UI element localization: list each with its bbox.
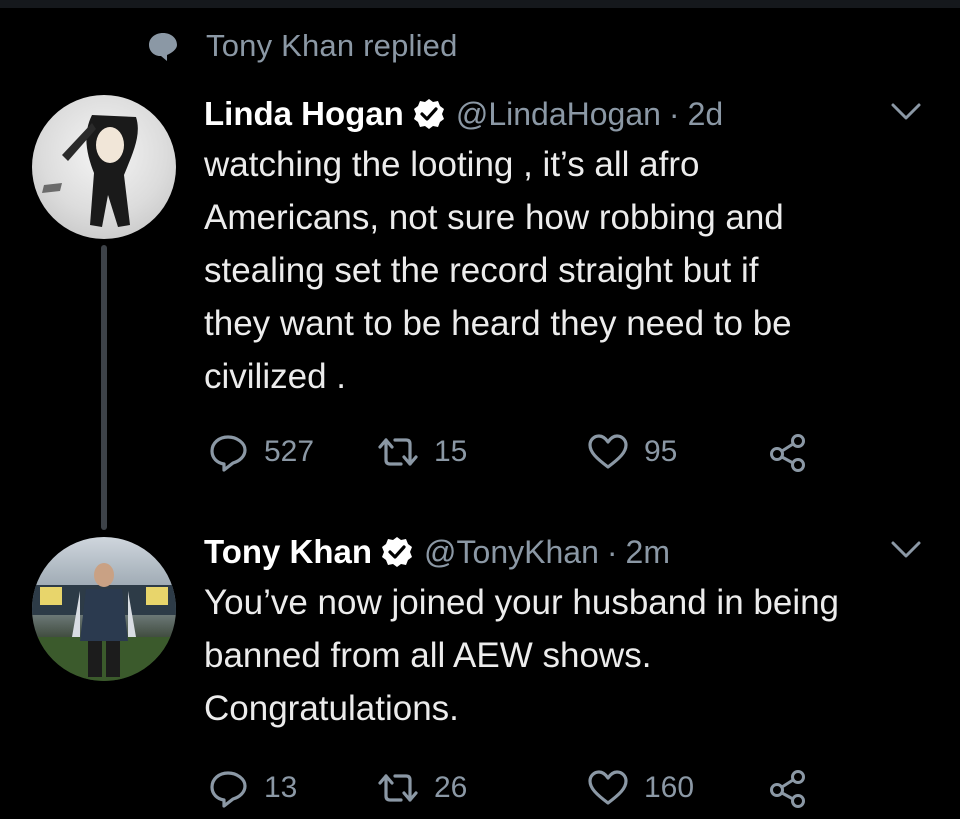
tweet[interactable]: Tony Khan @TonyKhan · 2m You’ve now join… xyxy=(204,530,924,735)
retweet-count: 26 xyxy=(434,771,468,804)
author-handle[interactable]: @LindaHogan xyxy=(456,96,661,133)
reply-button[interactable]: 527 xyxy=(206,430,376,474)
separator: · xyxy=(668,95,680,132)
tweet-header: Tony Khan @TonyKhan · 2m xyxy=(204,530,924,574)
author-name[interactable]: Tony Khan xyxy=(204,533,372,571)
separator: · xyxy=(606,533,618,570)
tweet-text-line: You’ve now joined your husband in being xyxy=(204,583,840,622)
caret-down-icon[interactable] xyxy=(888,98,924,126)
tweet[interactable]: Linda Hogan @LindaHogan · 2d watching th… xyxy=(204,92,924,403)
author-name[interactable]: Linda Hogan xyxy=(204,95,404,133)
reply-count: 13 xyxy=(264,771,298,804)
retweet-count: 15 xyxy=(434,435,468,468)
like-count: 95 xyxy=(644,435,678,468)
timestamp[interactable]: 2d xyxy=(688,96,724,133)
retweet-icon xyxy=(376,430,420,474)
share-button[interactable] xyxy=(766,430,810,474)
reply-icon xyxy=(206,430,250,474)
tweet-text: You’ve now joined your husband in being … xyxy=(204,576,924,735)
like-icon xyxy=(586,430,630,474)
reply-context-icon xyxy=(146,29,180,63)
reply-context-text: Tony Khan replied xyxy=(206,28,458,63)
timestamp[interactable]: 2m xyxy=(626,534,670,571)
like-count: 160 xyxy=(644,771,695,804)
share-button[interactable] xyxy=(766,766,810,810)
top-bar xyxy=(0,0,960,8)
avatar[interactable] xyxy=(32,537,176,681)
author-handle[interactable]: @TonyKhan xyxy=(424,534,599,571)
tweet-text-line: Americans, not sure how robbing and xyxy=(204,198,784,237)
share-icon xyxy=(766,430,810,474)
tweet-text-line: watching the looting , it’s all afro xyxy=(204,145,700,184)
verified-icon xyxy=(380,535,414,569)
share-icon xyxy=(766,766,810,810)
tweet-header: Linda Hogan @LindaHogan · 2d xyxy=(204,92,924,136)
reply-icon xyxy=(206,766,250,810)
tweet-text: watching the looting , it’s all afro Ame… xyxy=(204,138,924,403)
retweet-button[interactable]: 15 xyxy=(376,430,586,474)
reply-button[interactable]: 13 xyxy=(206,766,376,810)
thread-line xyxy=(101,245,107,530)
retweet-icon xyxy=(376,766,420,810)
like-icon xyxy=(586,766,630,810)
tweet-text-line: civilized . xyxy=(204,357,346,396)
reply-context: Tony Khan replied xyxy=(146,28,458,64)
tweet-actions: 13 26 160 xyxy=(206,766,810,810)
like-button[interactable]: 160 xyxy=(586,766,766,810)
reply-count: 527 xyxy=(264,435,315,468)
like-button[interactable]: 95 xyxy=(586,430,766,474)
tweet-text-line: they want to be heard they need to be xyxy=(204,304,792,343)
tweet-text-line: stealing set the record straight but if xyxy=(204,251,759,290)
caret-down-icon[interactable] xyxy=(888,536,924,564)
tweet-text-line: Congratulations. xyxy=(204,689,459,728)
retweet-button[interactable]: 26 xyxy=(376,766,586,810)
tweet-text-line: banned from all AEW shows. xyxy=(204,636,652,675)
tweet-actions: 527 15 95 xyxy=(206,430,810,474)
verified-icon xyxy=(412,97,446,131)
avatar[interactable] xyxy=(32,95,176,239)
